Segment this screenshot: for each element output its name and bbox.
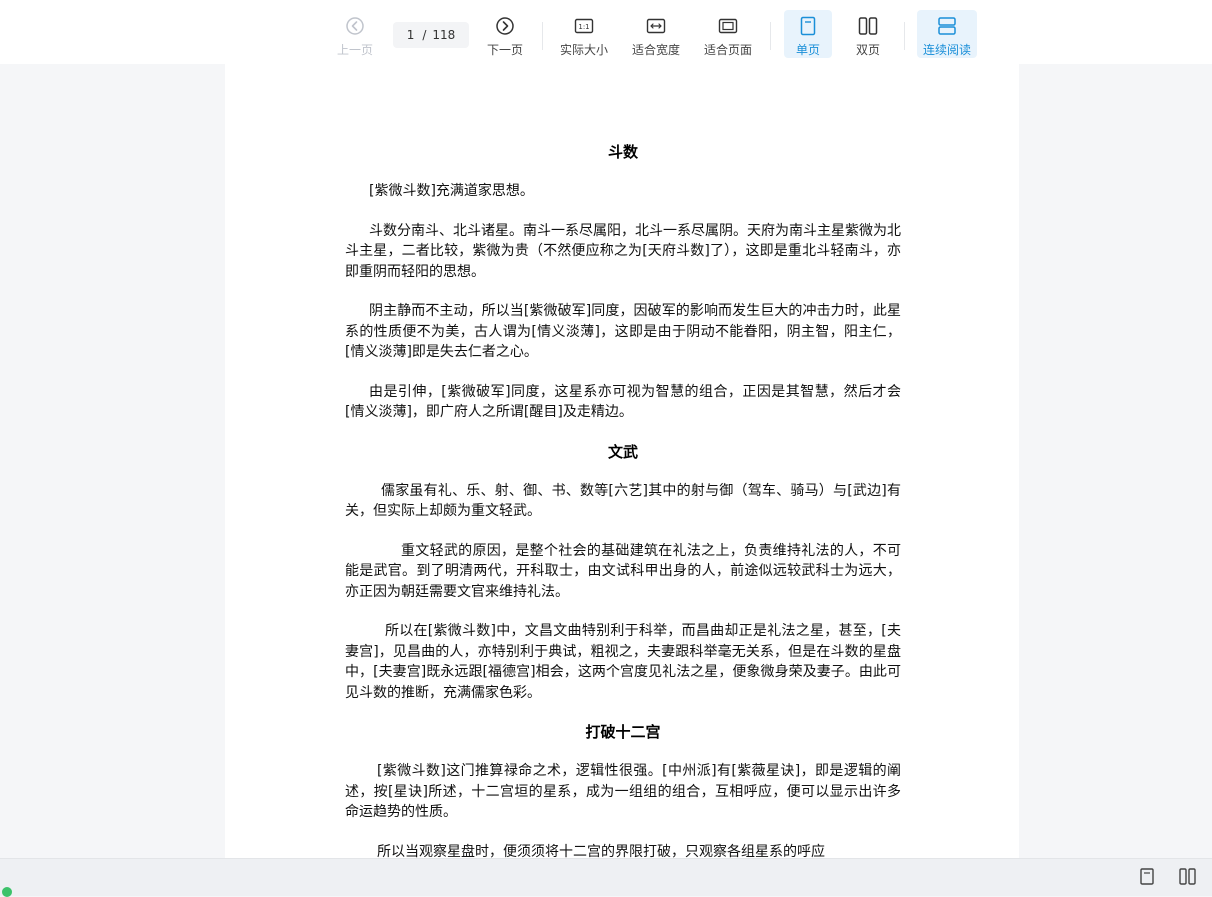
single-page-icon[interactable] — [1136, 865, 1158, 887]
paragraph: 儒家虽有礼、乐、射、御、书、数等[六艺]其中的射与御（驾车、骑马）与[武边]有关… — [345, 482, 901, 520]
toolbar-divider — [770, 22, 771, 50]
chevron-left-circle-icon — [345, 14, 365, 38]
document-page[interactable]: 斗数 [紫微斗数]充满道家思想。 斗数分南斗、北斗诸星。南斗一系尽属阳，北斗一系… — [225, 64, 1019, 858]
paragraph: 重文轻武的原因，是整个社会的基础建筑在礼法之上，负责维持礼法的人，不可能是武官。… — [345, 542, 901, 600]
paragraph: [紫微斗数]充满道家思想。 — [369, 183, 534, 199]
fit-page-icon — [718, 14, 738, 38]
single-page-icon — [800, 14, 816, 38]
continuous-read-label: 连续阅读 — [922, 43, 971, 57]
current-page-input[interactable]: 1 — [407, 28, 415, 42]
chevron-right-circle-icon — [495, 14, 515, 38]
fit-page-button[interactable]: 适合页面 — [701, 10, 755, 58]
paragraph: [紫微斗数]这门推算禄命之术，逻辑性很强。[中州派]有[紫薇星诀]，即是逻辑的阐… — [345, 763, 901, 820]
bottom-status-bar — [0, 858, 1212, 896]
toolbar-divider — [542, 22, 543, 50]
paragraph: 阴主静而不主动，所以当[紫微破军]同度，因破军的影响而发生巨大的冲击力时，此星系… — [345, 303, 901, 360]
reader-toolbar: 上一页 1 / 118 下一页 1:1 实际大小 适合宽度 适合页面 单页 双页… — [0, 0, 1212, 64]
section-title: 打破十二宫 — [585, 723, 661, 741]
double-page-icon[interactable] — [1176, 865, 1198, 887]
actual-size-label: 实际大小 — [559, 43, 608, 57]
double-page-icon — [858, 14, 878, 38]
fit-page-label: 适合页面 — [703, 43, 752, 57]
fit-width-label: 适合宽度 — [631, 43, 680, 57]
one-to-one-icon: 1:1 — [574, 14, 594, 38]
double-page-button[interactable]: 双页 — [844, 10, 892, 58]
single-page-label: 单页 — [795, 43, 820, 57]
section-dapo-shiergong: 打破十二宫 [紫微斗数]这门推算禄命之术，逻辑性很强。[中州派]有[紫薇星诀]，… — [345, 722, 901, 858]
paragraph: 斗数分南斗、北斗诸星。南斗一系尽属阳，北斗一系尽属阴。天府为南斗主星紫微为北斗主… — [345, 222, 901, 280]
section-title: 斗数 — [607, 143, 638, 161]
fit-width-button[interactable]: 适合宽度 — [629, 10, 683, 58]
actual-size-button[interactable]: 1:1 实际大小 — [557, 10, 611, 58]
prev-page-button[interactable]: 上一页 — [334, 10, 376, 58]
fit-width-icon — [646, 14, 666, 38]
section-title: 文武 — [607, 442, 638, 461]
svg-text:1:1: 1:1 — [578, 23, 589, 31]
prev-page-label: 上一页 — [336, 43, 373, 57]
status-indicator — [2, 887, 12, 897]
double-page-label: 双页 — [855, 43, 880, 57]
page-indicator[interactable]: 1 / 118 — [393, 22, 469, 48]
page-separator: / — [422, 28, 427, 42]
paragraph: 所以当观察星盘时，便须须将十二宫的界限打破，只观察各组星系的呼应 — [377, 843, 825, 859]
section-doushu: 斗数 [紫微斗数]充满道家思想。 斗数分南斗、北斗诸星。南斗一系尽属阳，北斗一系… — [345, 142, 901, 423]
total-pages: 118 — [432, 28, 456, 42]
document-content: 斗数 [紫微斗数]充满道家思想。 斗数分南斗、北斗诸星。南斗一系尽属阳，北斗一系… — [345, 142, 901, 858]
toolbar-divider — [904, 22, 905, 50]
next-page-label: 下一页 — [486, 43, 523, 57]
paragraph: 所以在[紫微斗数]中，文昌文曲特别利于科举，而昌曲却正是礼法之星，甚至，[夫妻宫… — [345, 623, 901, 701]
paragraph: 由是引伸，[紫微破军]同度，这星系亦可视为智慧的组合，正因是其智慧，然后才会 [… — [345, 383, 901, 421]
section-wenwu: 文武 儒家虽有礼、乐、射、御、书、数等[六艺]其中的射与御（驾车、骑马）与[武边… — [345, 442, 901, 704]
next-page-button[interactable]: 下一页 — [484, 10, 526, 58]
continuous-read-icon — [937, 14, 957, 38]
continuous-read-button[interactable]: 连续阅读 — [917, 10, 977, 58]
single-page-button[interactable]: 单页 — [784, 10, 832, 58]
